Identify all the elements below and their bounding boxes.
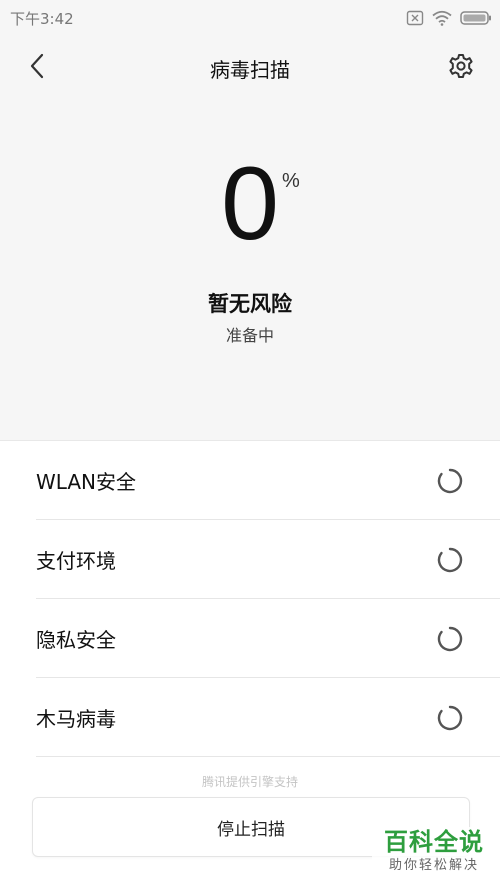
status-time: 下午3:42	[10, 10, 74, 28]
wifi-icon	[432, 10, 452, 26]
gear-icon	[448, 53, 474, 83]
scan-item-label: 支付环境	[36, 548, 116, 573]
sim-card-icon	[406, 10, 424, 26]
watermark-logo: 百科全说 助你轻松解决	[372, 827, 496, 883]
app-header: 病毒扫描	[0, 40, 500, 96]
spinner-icon	[436, 704, 464, 732]
spinner-icon	[436, 625, 464, 653]
scan-state: 准备中	[225, 326, 274, 345]
spinner-icon	[436, 546, 464, 574]
chevron-left-icon	[29, 53, 45, 83]
settings-button[interactable]	[444, 50, 478, 86]
scan-item-payment-environment: 支付环境	[36, 520, 500, 599]
watermark-subtitle: 助你轻松解决	[388, 858, 479, 873]
page-title: 病毒扫描	[210, 58, 290, 82]
scan-item-label: 隐私安全	[36, 627, 116, 652]
scan-item-wlan-security: WLAN安全	[36, 441, 500, 520]
scan-item-label: WLAN安全	[36, 469, 137, 494]
status-bar: 下午3:42	[0, 0, 500, 34]
risk-status: 暂无风险	[208, 292, 292, 316]
spinner-icon	[436, 467, 464, 495]
scan-item-list: WLAN安全 支付环境 隐私安全 木马病毒	[0, 440, 500, 757]
scan-item-privacy-security: 隐私安全	[36, 599, 500, 678]
scan-item-label: 木马病毒	[36, 706, 116, 731]
scan-progress-value: 0	[221, 146, 279, 262]
scan-progress-unit: %	[282, 170, 300, 192]
watermark-title: 百科全说	[384, 828, 484, 856]
scan-item-trojan-virus: 木马病毒	[36, 678, 500, 757]
back-button[interactable]	[20, 50, 54, 86]
status-icons	[406, 9, 492, 27]
battery-icon	[460, 10, 492, 26]
engine-provider-note: 腾讯提供引擎支持	[201, 775, 298, 789]
